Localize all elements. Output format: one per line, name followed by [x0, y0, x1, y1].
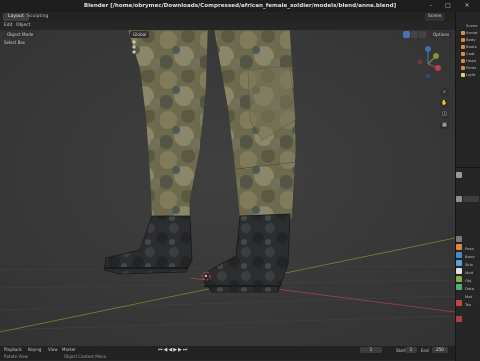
timeline-marker-menu[interactable]: Marker: [62, 346, 76, 353]
outliner-item[interactable]: Light: [466, 72, 480, 78]
zoom-icon[interactable]: ⌕: [440, 88, 449, 97]
tab-sculpting[interactable]: Sculpting: [22, 13, 53, 21]
render-icon[interactable]: [456, 196, 462, 202]
transform-orientation[interactable]: Global: [130, 31, 150, 38]
minimize-button[interactable]: –: [424, 0, 438, 12]
mesh-icon: [461, 38, 465, 42]
texture-icon[interactable]: [456, 316, 462, 322]
outliner-item[interactable]: Body: [466, 37, 480, 43]
mode-selector[interactable]: Object Mode: [4, 31, 37, 38]
properties-row: Pose: [465, 246, 474, 251]
top-bar: [0, 12, 480, 22]
properties-row: Bone: [465, 254, 475, 259]
properties-row: Skin: [465, 262, 474, 267]
armature-icon: [461, 31, 465, 35]
navigation-gizmo[interactable]: [408, 42, 448, 82]
particles-icon[interactable]: [456, 260, 462, 266]
properties-row: Mat: [465, 294, 473, 299]
mesh-icon: [461, 66, 465, 70]
outliner-item[interactable]: Head: [466, 58, 480, 64]
scene-icon[interactable]: [456, 236, 462, 242]
properties-row: Data: [465, 286, 475, 291]
mesh-icon: [461, 59, 465, 63]
properties-row: Obj: [465, 278, 472, 283]
properties-row: Tex: [465, 302, 472, 307]
menu-object[interactable]: Object: [16, 22, 30, 30]
outliner-item[interactable]: Boots: [466, 44, 480, 50]
menu-edit[interactable]: Edit: [4, 22, 13, 30]
3d-viewport[interactable]: [0, 30, 455, 346]
mesh-icon: [461, 52, 465, 56]
outliner-item[interactable]: Coat: [466, 51, 480, 57]
outliner-item[interactable]: Armat: [466, 30, 480, 36]
status-rotate-view: Rotate View: [4, 354, 28, 359]
rendered-shading-button[interactable]: [419, 31, 426, 38]
timeline-keying-menu[interactable]: Keying: [28, 346, 41, 353]
select-box-tool[interactable]: Select Box: [4, 40, 25, 46]
status-bar: Rotate View Object Context Menu: [0, 353, 455, 360]
properties-field[interactable]: [463, 196, 479, 202]
object-icon[interactable]: [456, 244, 462, 250]
solid-shading-button[interactable]: [403, 31, 410, 38]
outliner-scene[interactable]: Scene: [466, 23, 480, 29]
physics-icon[interactable]: [456, 268, 462, 274]
light-icon: [461, 73, 465, 77]
properties-row: Mod: [465, 270, 474, 275]
menu-bar: [0, 22, 455, 30]
constraints-icon[interactable]: [456, 276, 462, 282]
window-title: Blender [/home/obrymec/Downloads/Compres…: [83, 3, 397, 9]
pan-hand-icon[interactable]: ✋: [440, 99, 449, 108]
viewport-scene: [0, 30, 455, 346]
timeline-view-menu[interactable]: View: [48, 346, 58, 353]
material-shading-button[interactable]: [411, 31, 418, 38]
grid-icon[interactable]: ▦: [440, 121, 449, 130]
modifier-icon[interactable]: [456, 252, 462, 258]
close-button[interactable]: ✕: [460, 0, 474, 12]
status-context-menu: Object Context Menu: [64, 354, 107, 359]
material-icon[interactable]: [456, 300, 462, 306]
timeline-playback-menu[interactable]: Playback: [4, 346, 22, 353]
tool-icon[interactable]: [456, 172, 462, 178]
data-icon[interactable]: [456, 284, 462, 290]
maximize-button[interactable]: □: [441, 0, 455, 12]
scene-selector[interactable]: Scene: [425, 13, 445, 21]
options-dropdown[interactable]: Options: [430, 31, 453, 38]
outliner-item[interactable]: Pants: [466, 65, 480, 71]
mesh-icon: [461, 45, 465, 49]
camera-icon[interactable]: ◫: [440, 110, 449, 119]
